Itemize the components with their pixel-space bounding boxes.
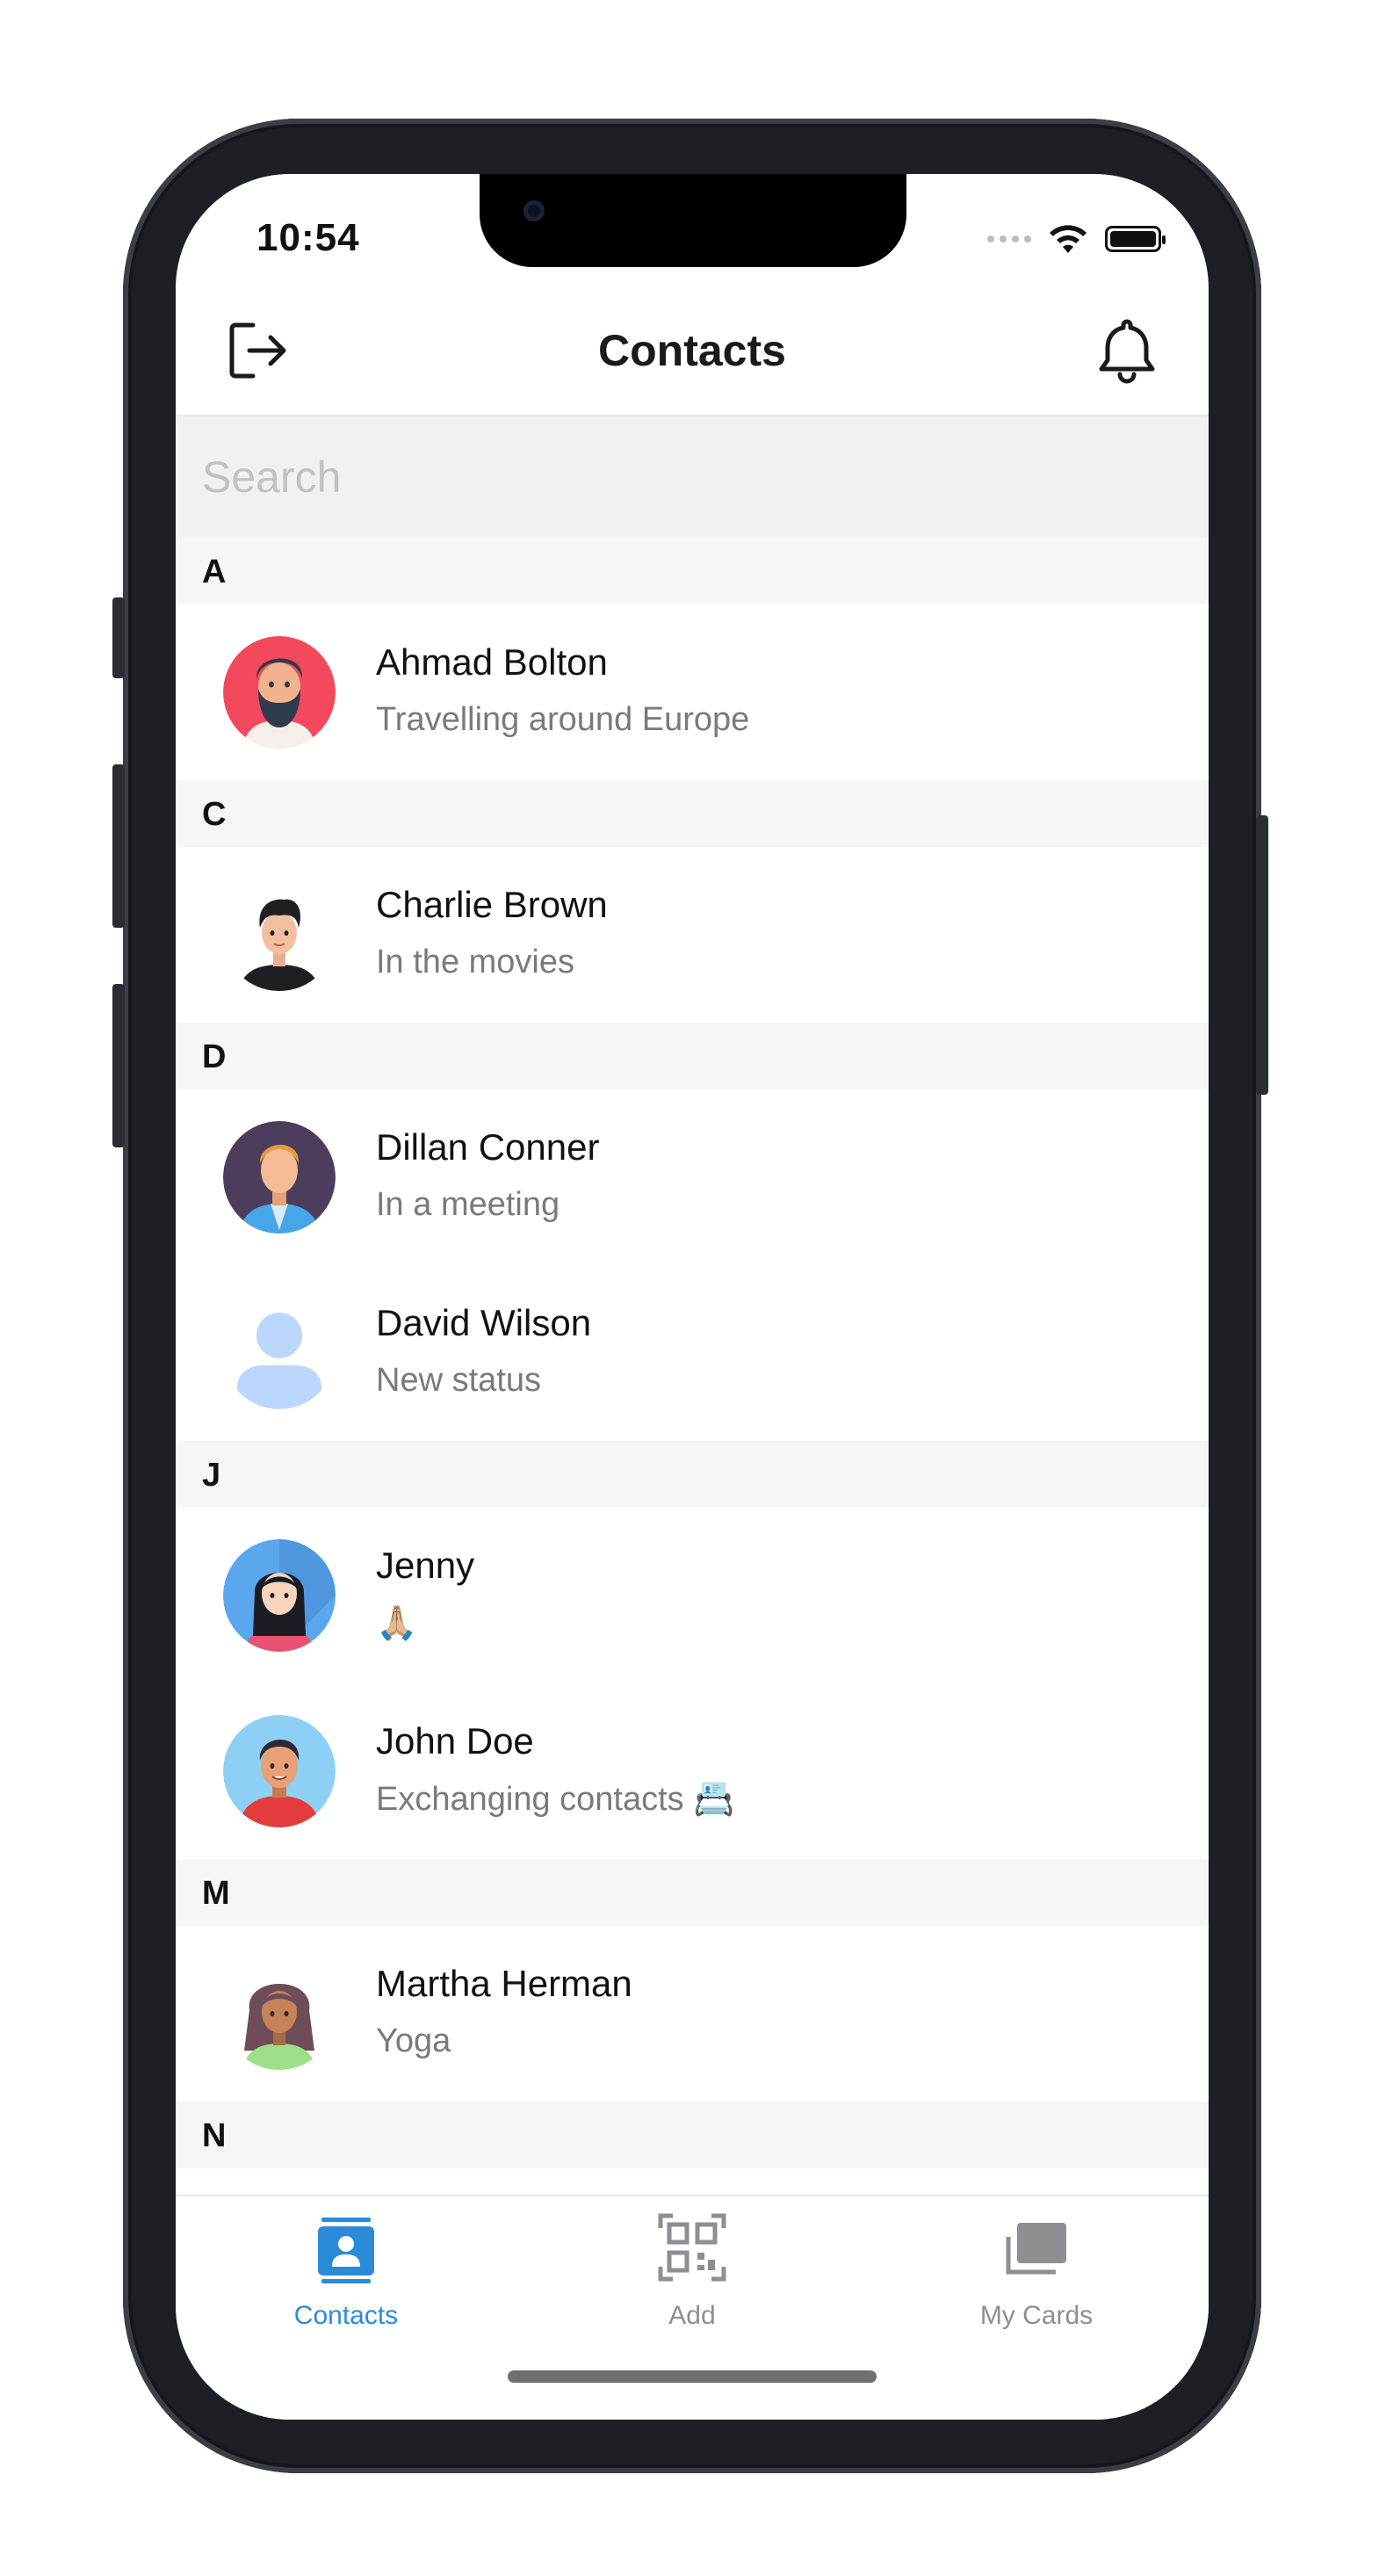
contact-name: Jenny (376, 1545, 475, 1586)
contact-status: 🙏🏼 (376, 1605, 418, 1642)
contact-name: Martha Herman (376, 1963, 632, 2004)
tab-bar: Contacts Add My Cards (176, 2195, 1209, 2420)
section-letter: C (202, 796, 227, 833)
contact-row[interactable]: Charlie Brown In the movies (176, 847, 1209, 1023)
section-header-a: A (176, 538, 1209, 604)
navigation-bar: Contacts (176, 279, 1209, 416)
contact-name: Dillan Conner (376, 1126, 600, 1168)
tab-contacts-label: Contacts (293, 2301, 399, 2330)
section-header-n: N (176, 2102, 1209, 2168)
tab-add[interactable]: Add (578, 2211, 806, 2331)
tab-contacts[interactable]: Contacts (232, 2211, 460, 2331)
bell-icon[interactable] (1094, 316, 1159, 385)
tab-add-label: Add (668, 2301, 716, 2330)
contact-row[interactable]: Dillan Conner In a meeting (176, 1089, 1209, 1265)
signal-icon (987, 235, 1031, 242)
contact-name: David Wilson (376, 1302, 592, 1343)
placeholder-avatar-icon (223, 1297, 336, 1409)
tab-my-cards[interactable]: My Cards (922, 2211, 1151, 2331)
wifi-icon (1050, 225, 1087, 253)
qr-code-icon (658, 2213, 726, 2282)
contact-row[interactable]: Martha Herman Yoga (176, 1926, 1209, 2102)
status-indicators (987, 223, 1166, 255)
contact-status: Exchanging contacts 📇 (376, 1781, 735, 1818)
contact-row[interactable]: David Wilson New status (176, 1265, 1209, 1441)
contact-row[interactable]: Ahmad Bolton Travelling around Europe (176, 604, 1209, 780)
contact-row[interactable]: Jenny 🙏🏼 (176, 1508, 1209, 1683)
avatar (223, 1957, 336, 2070)
section-header-c: C (176, 780, 1209, 847)
phone-screen: 10:54 Contacts A (176, 174, 1209, 2420)
section-letter: N (202, 2117, 227, 2154)
section-letter: J (202, 1457, 221, 1494)
contact-row[interactable]: John Doe Exchanging contacts 📇 (176, 1683, 1209, 1859)
contact-status: In a meeting (376, 1186, 560, 1223)
section-header-j: J (176, 1441, 1209, 1508)
avatar (223, 1715, 336, 1827)
contact-status: Travelling around Europe (376, 701, 750, 738)
silent-switch (112, 597, 125, 678)
avatar (223, 636, 336, 749)
page-title: Contacts (598, 326, 786, 375)
contact-name: Ahmad Bolton (376, 641, 608, 683)
battery-icon (1105, 226, 1166, 252)
avatar (223, 879, 336, 991)
contact-status: New status (376, 1362, 541, 1399)
section-header-m: M (176, 1859, 1209, 1926)
section-letter: D (202, 1038, 227, 1075)
contact-list[interactable]: A Ahmad Bolton Travelling around Europe … (176, 538, 1209, 2168)
notch (480, 174, 906, 267)
search-bar (176, 416, 1209, 538)
tab-my-cards-label: My Cards (979, 2301, 1094, 2330)
contact-name: John Doe (376, 1720, 534, 1762)
section-letter: A (202, 554, 227, 590)
section-header-d: D (176, 1023, 1209, 1089)
search-input[interactable] (176, 416, 1209, 538)
avatar (223, 1539, 336, 1652)
home-indicator[interactable] (508, 2370, 877, 2383)
contact-name: Charlie Brown (376, 884, 608, 925)
status-time: 10:54 (256, 216, 360, 259)
avatar (223, 1121, 336, 1234)
contact-status: Yoga (376, 2022, 451, 2059)
contacts-icon (318, 2218, 374, 2283)
contact-status: In the movies (376, 944, 574, 980)
power-button (1256, 815, 1268, 1095)
section-letter: M (202, 1875, 230, 1912)
volume-down-button (112, 984, 125, 1147)
volume-up-button (112, 764, 125, 928)
cards-icon (1006, 2223, 1066, 2275)
front-camera-icon (523, 200, 545, 221)
